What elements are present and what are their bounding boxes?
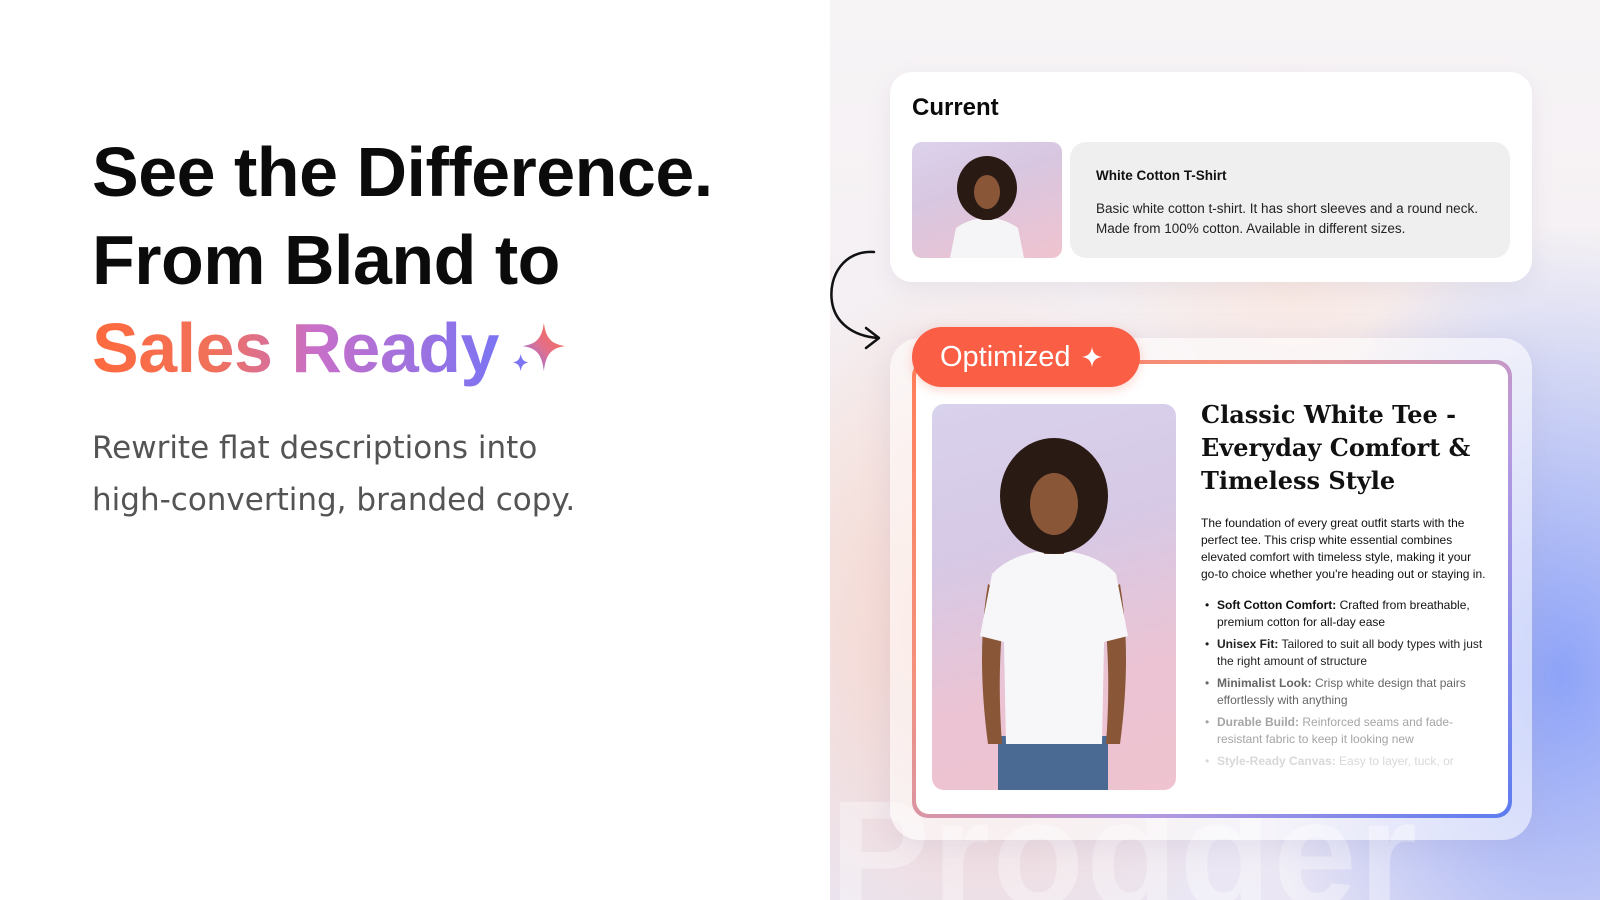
optimized-card: Classic White Tee - Everyday Comfort & T…	[912, 360, 1512, 818]
hero-title-line-1: See the Difference.	[92, 133, 713, 211]
optimized-badge-label: Optimized	[940, 340, 1071, 373]
list-item: Style-Ready Canvas: Easy to layer, tuck,…	[1201, 753, 1491, 770]
list-item: Soft Cotton Comfort: Crafted from breath…	[1201, 597, 1491, 631]
hero-subtitle-line-1: Rewrite flat descriptions into	[92, 430, 538, 466]
feature-label: Style-Ready Canvas:	[1217, 754, 1336, 768]
list-item: Minimalist Look: Crisp white design that…	[1201, 675, 1491, 709]
current-product-body: Basic white cotton t-shirt. It has short…	[1096, 201, 1478, 236]
hero-section: See the Difference. From Bland to Sales …	[92, 128, 812, 526]
hero-subtitle: Rewrite flat descriptions into high-conv…	[92, 422, 812, 526]
feature-label: Unisex Fit:	[1217, 637, 1279, 651]
optimized-copy: Classic White Tee - Everyday Comfort & T…	[1201, 398, 1491, 775]
hero-gradient-text: Sales Ready	[92, 304, 499, 392]
optimized-paragraph: The foundation of every great outfit sta…	[1201, 516, 1486, 581]
optimized-product-photo	[932, 404, 1176, 790]
current-description-box: White Cotton T-Shirt Basic white cotton …	[1070, 142, 1510, 258]
list-item: Unisex Fit: Tailored to suit all body ty…	[1201, 636, 1491, 670]
optimized-badge: Optimized	[912, 327, 1140, 387]
optimized-title: Classic White Tee - Everyday Comfort & T…	[1201, 400, 1471, 495]
current-product-title: White Cotton T-Shirt	[1096, 168, 1227, 183]
hero-title-line-3: Sales Ready	[92, 304, 812, 392]
hero-title: See the Difference. From Bland to Sales …	[92, 128, 812, 392]
feature-list: Soft Cotton Comfort: Crafted from breath…	[1201, 597, 1491, 770]
hero-title-line-2: From Bland to	[92, 221, 560, 299]
feature-label: Minimalist Look:	[1217, 676, 1312, 690]
current-label: Current	[912, 94, 999, 121]
current-card: Current White Cotton T-Shirt Basic white…	[890, 72, 1532, 282]
feature-text: Easy to layer, tuck, or	[1335, 754, 1454, 768]
current-product-photo	[912, 142, 1062, 258]
feature-label: Soft Cotton Comfort:	[1217, 598, 1337, 612]
curved-arrow-icon	[830, 250, 881, 350]
optimized-card-content: Classic White Tee - Everyday Comfort & T…	[916, 364, 1508, 814]
list-item: Durable Build: Reinforced seams and fade…	[1201, 714, 1491, 748]
model-illustration	[980, 438, 1128, 790]
sparkle-icon	[512, 322, 566, 372]
model-illustration	[950, 156, 1024, 258]
sparkle-icon	[1081, 346, 1102, 368]
feature-label: Durable Build:	[1217, 715, 1300, 729]
hero-subtitle-line-2: high-converting, branded copy.	[92, 482, 576, 518]
